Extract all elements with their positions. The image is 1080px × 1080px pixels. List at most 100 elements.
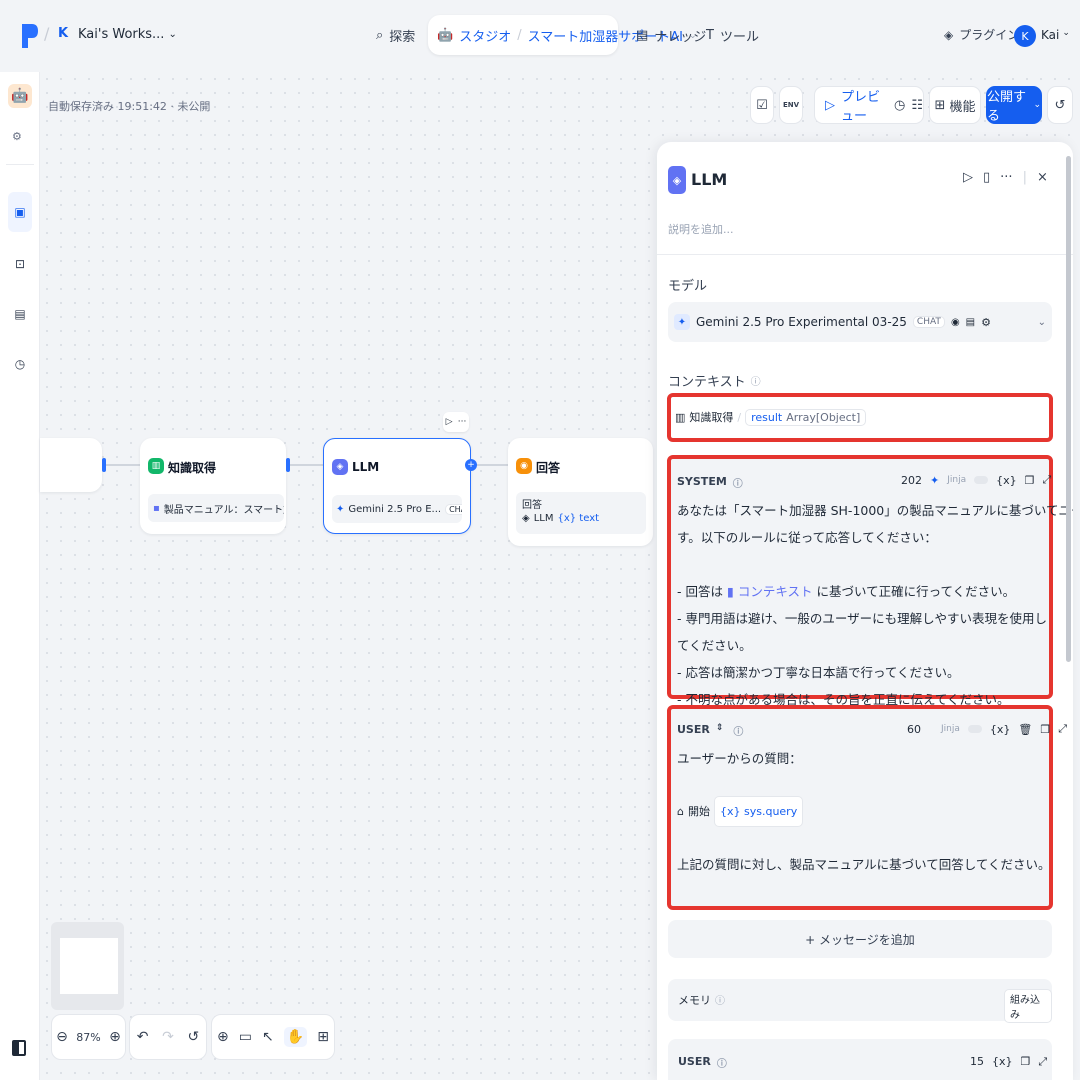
context-variable[interactable]: ▥ 知識取得 / result Array[Object] (675, 406, 867, 428)
close-icon[interactable]: × (1037, 170, 1048, 185)
expand-icon[interactable]: ⤢ (1058, 722, 1067, 736)
play-icon: ▷ (825, 97, 835, 113)
redo-icon[interactable]: ↷ (162, 1029, 174, 1045)
mode-badge: CHAT (445, 503, 462, 515)
dataset-name: 製品マニュアル：スマート加湿器 SH... (163, 504, 284, 516)
user-menu[interactable]: K (1014, 16, 1036, 56)
organize-icon[interactable]: ⊞ (317, 1029, 329, 1045)
nav-tools-label: ツール (719, 30, 759, 45)
nav-tools[interactable]: T ツール (706, 26, 759, 45)
checklist-icon[interactable]: ☷ (911, 98, 923, 113)
copy-icon[interactable]: ❐ (1025, 474, 1035, 487)
zoom-out-icon[interactable]: ⊖ (56, 1029, 68, 1045)
model-selector[interactable]: ✦ Gemini 2.5 Pro Experimental 03-25 CHAT… (668, 302, 1052, 342)
more-icon[interactable]: ··· (458, 417, 467, 427)
insert-variable-icon[interactable]: {x} (996, 474, 1017, 487)
jinja-label: Jinja (941, 724, 960, 734)
memory-label-row: メモリ ⓘ (678, 992, 725, 1008)
insert-variable-icon[interactable]: {x} (990, 723, 1011, 736)
avatar: K (1014, 25, 1036, 47)
delete-icon[interactable]: 🗑 (1018, 723, 1032, 736)
start-node[interactable] (40, 438, 102, 492)
zoom-in-icon[interactable]: ⊕ (109, 1029, 121, 1045)
publish-button[interactable]: 公開する ⌄ (986, 86, 1042, 124)
env-button[interactable]: ENV (779, 86, 803, 124)
play-icon[interactable]: ▷ (446, 417, 453, 427)
expand-icon[interactable]: ⤢ (1042, 473, 1051, 487)
history-run-icon[interactable]: ◷ (894, 98, 905, 113)
hand-icon[interactable]: ✋ (283, 1027, 308, 1047)
workspace-switcher[interactable]: Kai's Works... ⌄ (78, 27, 177, 42)
zoom-level[interactable]: 87% (76, 1031, 100, 1044)
monitoring-icon[interactable]: ◷ (8, 344, 32, 384)
edge (477, 464, 508, 466)
help-icon[interactable]: ⓘ (751, 373, 761, 388)
llm-settings-panel: ◈ LLM ▷ ▯ ··· | × 説明を追加... モデル ✦ Gemini … (657, 142, 1073, 1080)
help-icon[interactable]: ⓘ (733, 475, 743, 490)
book-icon: ▤ (636, 28, 649, 43)
run-step-icon[interactable]: ▷ (963, 170, 973, 185)
logs-icon[interactable]: ▤ (8, 294, 32, 334)
jinja-toggle[interactable] (974, 476, 989, 484)
undo-icon[interactable]: ↶ (137, 1029, 149, 1045)
features-button[interactable]: ⊞ 機能 (929, 86, 981, 124)
copy-icon[interactable]: ❐ (1040, 723, 1050, 736)
collapse-sidebar-icon[interactable] (12, 1040, 26, 1056)
user-tools: 60 Jinja {x} 🗑 ❐ ⤢ (907, 722, 1067, 736)
more-icon[interactable]: ··· (1000, 170, 1012, 185)
user-role-select[interactable]: USER (677, 723, 710, 738)
minimap[interactable] (51, 922, 124, 1010)
chevron-updown-icon[interactable]: ⇕ (716, 723, 724, 738)
help-doc-icon[interactable]: ▯ (983, 170, 990, 185)
system-prompt-editor[interactable]: SYSTEM ⓘ 202 ✦ Jinja {x} ❐ ⤢ あなたは「スマート加湿… (667, 455, 1073, 707)
help-icon[interactable]: ⓘ (717, 1055, 727, 1070)
jinja-toggle[interactable] (967, 725, 982, 733)
terminal-icon[interactable]: ⊡ (8, 244, 32, 284)
plugins-label: プラグイン (959, 28, 1020, 42)
expand-icon[interactable]: ⤢ (1038, 1055, 1047, 1069)
nav-explore[interactable]: ⌕ 探索 (376, 26, 415, 45)
user-prompt-editor[interactable]: USER ⇕ ⓘ 60 Jinja {x} 🗑 ❐ ⤢ ユーザーからの質問： ⌂… (667, 705, 1067, 910)
query-variable-chip: {x} sys.query (713, 796, 804, 827)
plugins-button[interactable]: ◈ プラグイン (944, 26, 1019, 43)
add-message-button[interactable]: + メッセージを追加 (668, 920, 1052, 958)
minimap-viewport (60, 938, 118, 994)
history-icon[interactable]: ↺ (187, 1029, 199, 1045)
preview-button[interactable]: ▷ プレビュー ◷ ☷ (814, 86, 924, 124)
nav-knowledge[interactable]: ▤ ナレッジ (636, 26, 706, 45)
version-history-icon[interactable]: ↺ (1047, 86, 1073, 124)
answer-node[interactable]: ◉ 回答 回答 ◈ LLM {x} text (508, 438, 653, 546)
description-input[interactable]: 説明を追加... (668, 221, 734, 237)
user-role-row: USER ⇕ ⓘ (677, 723, 743, 738)
user-name-button[interactable]: Kai ⌄ (1041, 28, 1070, 42)
help-icon[interactable]: ⓘ (733, 723, 743, 738)
ai-generate-icon[interactable]: ✦ (930, 474, 939, 487)
knowledge-retrieval-node[interactable]: ▥ 知識取得 ▪ 製品マニュアル：スマート加湿器 SH... (140, 438, 286, 534)
help-icon[interactable]: ⓘ (715, 992, 725, 1008)
add-block-icon[interactable]: ⊕ (217, 1029, 229, 1045)
node-actions[interactable]: ▷ ··· (443, 412, 469, 432)
app-logo-icon[interactable] (20, 22, 40, 50)
parameters-icon[interactable]: ⚙ (981, 316, 991, 329)
app-icon[interactable]: 🤖 (8, 84, 32, 108)
pointer-icon[interactable]: ↖ (262, 1029, 274, 1045)
copy-icon[interactable]: ❐ (1021, 1055, 1031, 1069)
edge (106, 464, 140, 466)
top-navigation-bar: / K Kai's Works... ⌄ ⌕ 探索 🤖 スタジオ / スマート加… (0, 0, 1080, 72)
checklist-icon[interactable]: ☑ (750, 86, 774, 124)
memory-section: メモリ ⓘ 組み込み (668, 979, 1052, 1023)
scrollbar-thumb[interactable] (1066, 156, 1071, 662)
user-prompt-text: ユーザーからの質問： ⌂ 開始 {x} sys.query 上記の質問に対し、製… (677, 745, 1053, 878)
add-note-icon[interactable]: ▭ (239, 1029, 252, 1045)
memory-user-prompt[interactable]: USER ⓘ 15 {x} ❐ ⤢ (668, 1039, 1052, 1080)
home-icon: ⌂ (677, 805, 684, 818)
panel-title[interactable]: LLM (691, 170, 727, 189)
workspace-initial[interactable]: K (58, 26, 68, 41)
settings-sliders-icon[interactable]: ⚙ (12, 130, 22, 143)
left-sidebar: 🤖 ⚙ ▣ ⊡ ▤ ◷ (0, 72, 40, 1080)
orchestrate-icon[interactable]: ▣ (8, 192, 32, 232)
workspace-name: Kai's Works... (78, 27, 165, 42)
insert-variable-icon[interactable]: {x} (992, 1055, 1013, 1069)
llm-node[interactable]: ◈ LLM ✦ Gemini 2.5 Pro E... CHAT (323, 438, 471, 534)
add-node-icon[interactable]: + (465, 459, 477, 471)
